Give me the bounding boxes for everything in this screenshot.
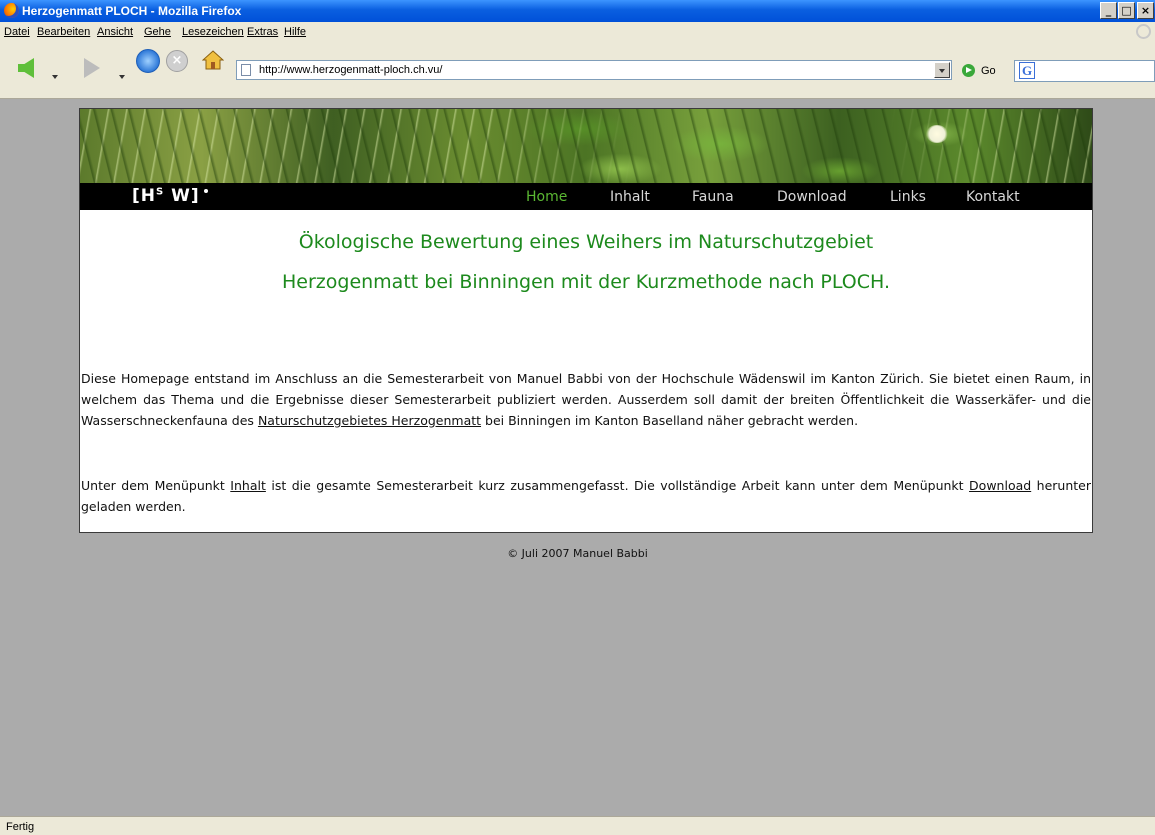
menu-bar: Datei Bearbeiten Ansicht Gehe Lesezeiche… bbox=[0, 22, 1155, 42]
status-bar: Fertig bbox=[0, 816, 1155, 835]
intro-paragraph: Diese Homepage entstand im Anschluss an … bbox=[81, 371, 1091, 428]
close-button[interactable]: × bbox=[1137, 2, 1154, 19]
nav-fauna[interactable]: Fauna bbox=[692, 189, 734, 205]
link-inhalt[interactable]: Inhalt bbox=[230, 478, 266, 493]
address-bar[interactable]: http://www.herzogenmatt-ploch.ch.vu/ bbox=[236, 60, 952, 80]
link-naturschutzgebiet[interactable]: Naturschutzgebietes Herzogenmatt bbox=[258, 413, 481, 428]
home-icon[interactable] bbox=[202, 50, 224, 70]
logo-dot-icon bbox=[204, 189, 208, 193]
menu-bearbeiten[interactable]: Bearbeiten bbox=[37, 26, 90, 38]
page-headline-line-2: Herzogenmatt bei Binningen mit der Kurzm… bbox=[282, 271, 890, 293]
nav-kontakt[interactable]: Kontakt bbox=[966, 189, 1020, 205]
menu-lesezeichen[interactable]: Lesezeichen bbox=[182, 26, 244, 38]
status-text: Fertig bbox=[6, 821, 35, 833]
link-download[interactable]: Download bbox=[969, 478, 1031, 493]
go-button[interactable]: Go bbox=[981, 65, 996, 77]
stop-icon[interactable]: × bbox=[166, 50, 188, 72]
search-input[interactable]: G bbox=[1014, 60, 1155, 82]
chevron-down-icon bbox=[939, 69, 945, 73]
page-headline-line-1: Ökologische Bewertung eines Weihers im N… bbox=[298, 231, 874, 253]
page-icon bbox=[241, 64, 251, 76]
site-navbar: [HS W] Home Inhalt Fauna Download Links … bbox=[80, 183, 1092, 210]
navigation-toolbar: × http://www.herzogenmatt-ploch.ch.vu/ G… bbox=[0, 42, 1155, 99]
google-search-engine-icon[interactable]: G bbox=[1019, 62, 1035, 79]
menu-datei[interactable]: Datei bbox=[4, 26, 30, 38]
page-container: [HS W] Home Inhalt Fauna Download Links … bbox=[79, 108, 1093, 533]
menu-hilfe[interactable]: Hilfe bbox=[284, 26, 306, 38]
address-url[interactable]: http://www.herzogenmatt-ploch.ch.vu/ bbox=[259, 64, 442, 76]
window-titlebar: Herzogenmatt PLOCH - Mozilla Firefox _ □… bbox=[0, 0, 1155, 22]
nav-inhalt[interactable]: Inhalt bbox=[610, 189, 650, 205]
reload-icon[interactable] bbox=[136, 49, 160, 73]
minimize-button[interactable]: _ bbox=[1100, 2, 1117, 19]
page-footer: © Juli 2007 Manuel Babbi bbox=[507, 547, 648, 560]
water-lily-flower bbox=[926, 125, 948, 143]
site-logo[interactable]: [HS W] bbox=[132, 186, 200, 206]
back-history-dropdown-icon[interactable] bbox=[52, 75, 58, 79]
window-title: Herzogenmatt PLOCH - Mozilla Firefox bbox=[22, 4, 242, 18]
forward-history-dropdown-icon[interactable] bbox=[119, 75, 125, 79]
forward-arrow-icon[interactable] bbox=[84, 58, 100, 78]
firefox-logo-icon bbox=[4, 3, 19, 18]
menu-extras[interactable]: Extras bbox=[247, 26, 278, 38]
address-dropdown-button[interactable] bbox=[934, 62, 950, 78]
nav-download[interactable]: Download bbox=[777, 189, 847, 205]
go-arrow-icon[interactable] bbox=[962, 64, 975, 77]
menu-ansicht[interactable]: Ansicht bbox=[97, 26, 133, 38]
banner-pond-image bbox=[80, 109, 1092, 183]
menu-gehe[interactable]: Gehe bbox=[144, 26, 171, 38]
menu-info-paragraph: Unter dem Menüpunkt Inhalt ist die gesam… bbox=[81, 478, 1091, 514]
nav-home[interactable]: Home bbox=[526, 189, 567, 205]
nav-links[interactable]: Links bbox=[890, 189, 926, 205]
back-arrow-icon[interactable] bbox=[18, 58, 34, 78]
maximize-button[interactable]: □ bbox=[1118, 2, 1135, 19]
throbber-icon bbox=[1136, 24, 1151, 39]
